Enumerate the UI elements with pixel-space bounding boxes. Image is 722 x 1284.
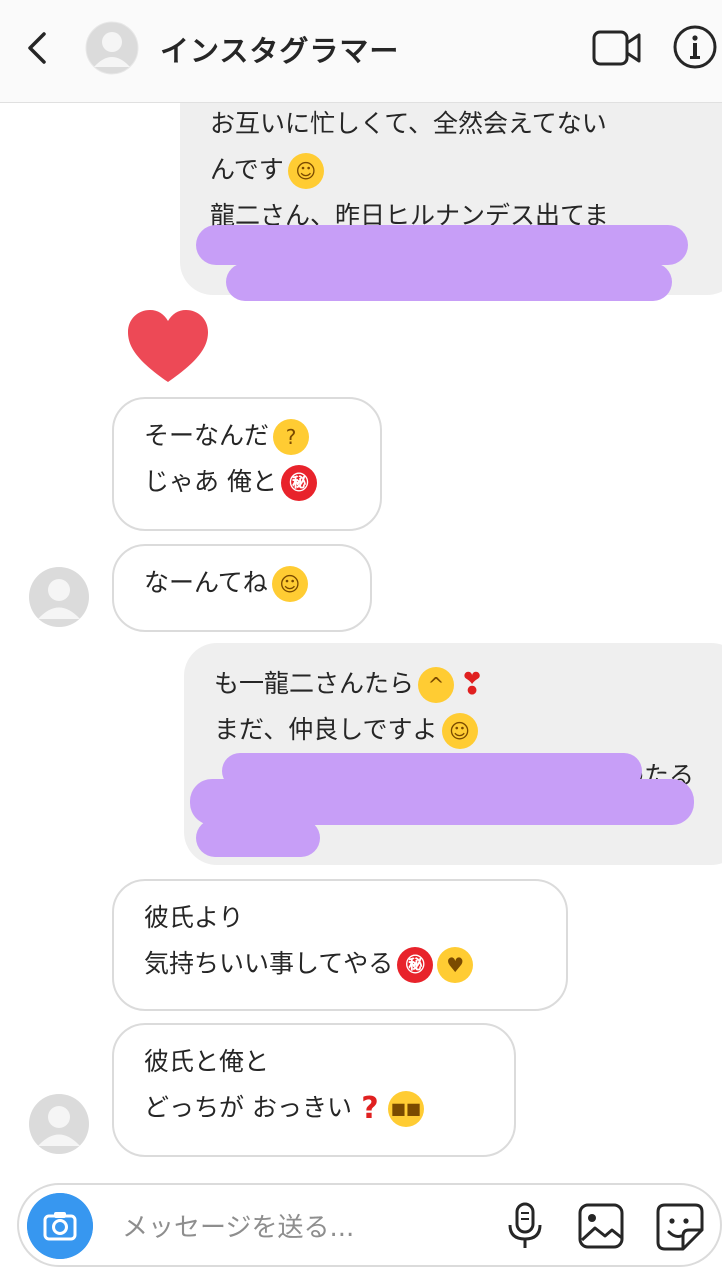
sender-avatar[interactable] xyxy=(28,1093,90,1155)
microphone-icon[interactable] xyxy=(503,1201,547,1251)
sender-avatar[interactable] xyxy=(28,566,90,628)
message-text: どっちが おっきい xyxy=(144,1093,352,1122)
message-text: じゃあ 俺と xyxy=(144,467,277,496)
heart-reaction-icon[interactable] xyxy=(126,308,210,386)
message-input[interactable]: メッセージを送る... xyxy=(122,1207,354,1244)
message-incoming[interactable]: なーんてね ☺ xyxy=(112,544,372,632)
contact-name[interactable]: インスタグラマー xyxy=(160,28,399,70)
message-text: なーんてね xyxy=(144,568,268,597)
message-text: んです xyxy=(210,155,284,184)
heart-exclamation-emoji: ❣ xyxy=(459,667,485,702)
message-text: まだ、仲良しですよ xyxy=(214,715,438,744)
thinking-face-emoji: ? xyxy=(273,419,310,455)
message-text: そーなんだ xyxy=(144,421,270,450)
info-icon[interactable] xyxy=(672,24,718,70)
message-text: 彼氏と俺と xyxy=(144,1047,270,1076)
message-incoming[interactable]: 彼氏より 気持ちいい事してやる㊙ ♥ xyxy=(112,879,568,1011)
secret-emoji: ㊙ xyxy=(397,947,434,983)
chat-header: インスタグラマー xyxy=(0,0,722,103)
camera-icon[interactable] xyxy=(27,1193,93,1259)
secret-emoji: ㊙ xyxy=(280,465,317,501)
redaction-mark xyxy=(196,225,688,265)
sunglasses-face-emoji: ■■ xyxy=(387,1091,424,1127)
contact-avatar[interactable] xyxy=(85,21,139,75)
gallery-icon[interactable] xyxy=(577,1202,625,1250)
sweat-smile-emoji: ☺ xyxy=(287,153,324,189)
back-arrow-icon[interactable] xyxy=(22,28,52,68)
laughing-emoji: ^ xyxy=(418,667,455,703)
heart-eyes-emoji: ♥ xyxy=(437,947,474,983)
video-call-icon[interactable] xyxy=(592,29,642,67)
sticker-icon[interactable] xyxy=(655,1202,705,1252)
message-incoming[interactable]: 彼氏と俺と どっちが おっきい? ■■ xyxy=(112,1023,516,1157)
yum-face-emoji: ☺ xyxy=(441,713,478,749)
message-text: 彼氏より xyxy=(144,903,244,932)
message-text: 気持ちいい事してやる xyxy=(144,949,394,978)
message-thread[interactable]: お互いに忙しくて、全然会えてない んです ☺ 龍二さん、昨日ヒルナンデス出てま そ… xyxy=(0,103,722,1170)
redaction-mark xyxy=(196,819,320,857)
message-text: も一龍二さんたら xyxy=(214,669,415,698)
message-text: お互いに忙しくて、全然会えてない xyxy=(210,109,607,138)
hugging-face-emoji: ☺ xyxy=(271,566,308,602)
message-incoming[interactable]: そーなんだ? じゃあ 俺と㊙ xyxy=(112,397,382,531)
message-composer[interactable]: メッセージを送る... xyxy=(17,1183,722,1267)
redaction-mark xyxy=(226,263,672,301)
red-question-mark-emoji: ? xyxy=(361,1091,379,1126)
